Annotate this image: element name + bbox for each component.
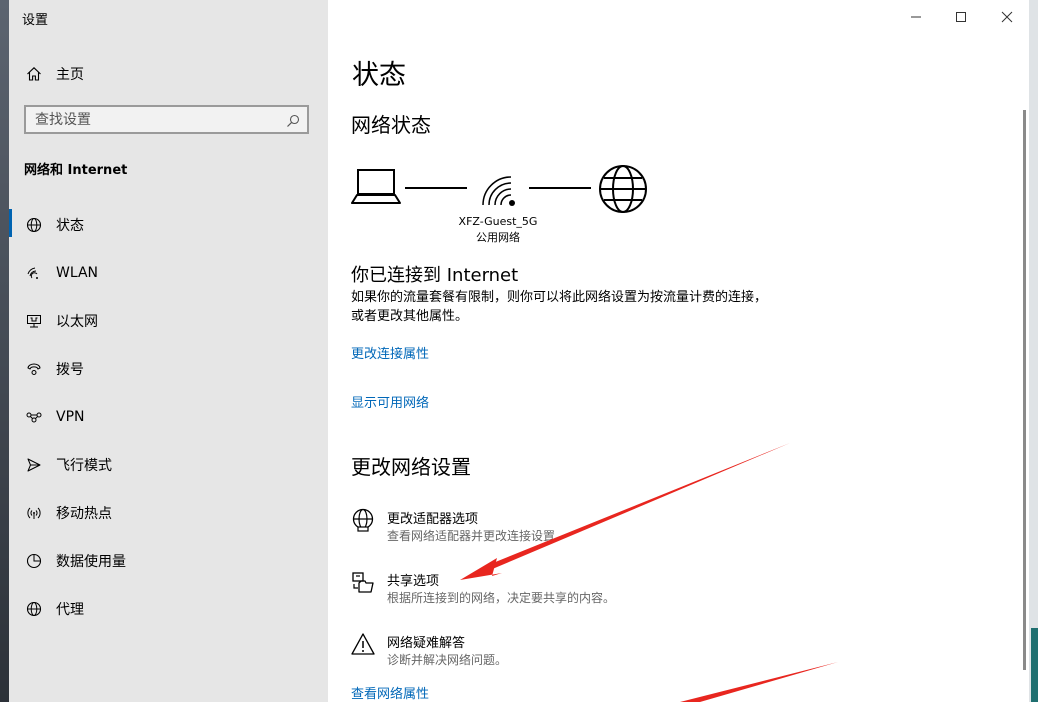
connected-title: 你已连接到 Internet [351,265,519,286]
option-title: 更改适配器选项 [387,512,479,527]
laptop-icon [351,169,401,204]
wifi-signal-icon [482,176,515,206]
maximize-icon [956,12,966,22]
dialup-icon [25,360,43,378]
close-button[interactable] [997,8,1017,26]
option-description: 查看网络适配器并更改连接设置。 [387,529,568,543]
network-name: XFZ-Guest_5G [458,215,538,228]
sidebar-item-data-usage[interactable]: 数据使用量 [9,541,328,581]
hotspot-icon [25,504,43,522]
airplane-icon [25,456,43,474]
globe-icon [25,216,43,234]
search-box[interactable] [24,105,309,134]
sidebar-item-hotspot[interactable]: 移动热点 [9,493,328,533]
ethernet-icon [25,312,43,330]
warning-icon [351,632,375,656]
network-name-block: XFZ-Guest_5G 公用网络 [443,214,553,246]
option-title: 网络疑难解答 [387,636,466,651]
search-icon[interactable] [286,113,300,132]
close-icon [1001,11,1013,23]
sidebar-item-status[interactable]: 状态 [9,205,328,245]
adapter-globe-icon [351,508,375,532]
sidebar-item-wlan[interactable]: WLAN [9,253,328,293]
network-status-heading: 网络状态 [351,113,431,137]
proxy-globe-icon [25,600,43,618]
home-icon [25,65,43,83]
view-network-properties-link[interactable]: 查看网络属性 [351,683,429,702]
sidebar-item-label: 移动热点 [56,506,112,522]
search-input[interactable] [26,107,275,132]
sidebar-item-ethernet[interactable]: 以太网 [9,301,328,341]
page-title: 状态 [352,60,406,91]
sidebar-item-dialup[interactable]: 拨号 [9,349,328,389]
settings-window: 设置 主页 网络和 Internet 状态 WLAN [9,0,1029,702]
internet-globe-icon [599,165,647,213]
scrollbar[interactable] [1023,110,1026,670]
sidebar-item-label: VPN [56,409,85,425]
window-title: 设置 [22,13,49,28]
option-description: 诊断并解决网络问题。 [387,653,508,667]
connected-description: 如果你的流量套餐有限制，则你可以将此网络设置为按流量计费的连接，或者更改其他属性… [351,290,768,324]
sidebar-item-label: WLAN [56,265,99,281]
sidebar-item-vpn[interactable]: VPN [9,397,328,437]
sidebar-item-label: 以太网 [56,314,98,330]
sidebar: 设置 主页 网络和 Internet 状态 WLAN [9,0,328,702]
wifi-icon [25,264,43,282]
minimize-icon [911,16,921,18]
sidebar-item-home[interactable]: 主页 [9,54,328,94]
main-content: 状态 网络状态 XFZ-Guest_5G 公用网络 你已连接到 Internet… [328,0,1029,702]
sidebar-item-label: 拨号 [56,362,84,378]
maximize-button[interactable] [951,8,971,26]
desktop-background-right [1029,0,1038,702]
sidebar-item-proxy[interactable]: 代理 [9,589,328,629]
minimize-button[interactable] [906,8,926,26]
change-connection-properties-link[interactable]: 更改连接属性 [351,343,429,362]
desktop-taskbar-edge [1031,628,1038,702]
sidebar-item-label: 数据使用量 [56,554,126,570]
desktop-background-left [0,0,9,702]
section-label: 网络和 Internet [24,163,128,178]
show-available-networks-link[interactable]: 显示可用网络 [351,392,429,411]
network-diagram [351,162,651,221]
change-network-settings-heading: 更改网络设置 [351,455,471,479]
sidebar-item-label: 主页 [56,67,84,83]
sidebar-item-label: 代理 [56,602,84,618]
network-type: 公用网络 [476,231,520,244]
sidebar-item-label: 飞行模式 [56,458,112,474]
option-description: 根据所连接到的网络，决定要共享的内容。 [387,591,616,605]
sidebar-item-airplane[interactable]: 飞行模式 [9,445,328,485]
option-title: 共享选项 [387,574,440,589]
sharing-icon [351,570,375,594]
data-usage-icon [25,552,43,570]
sidebar-item-label: 状态 [56,218,84,234]
vpn-icon [25,408,43,426]
